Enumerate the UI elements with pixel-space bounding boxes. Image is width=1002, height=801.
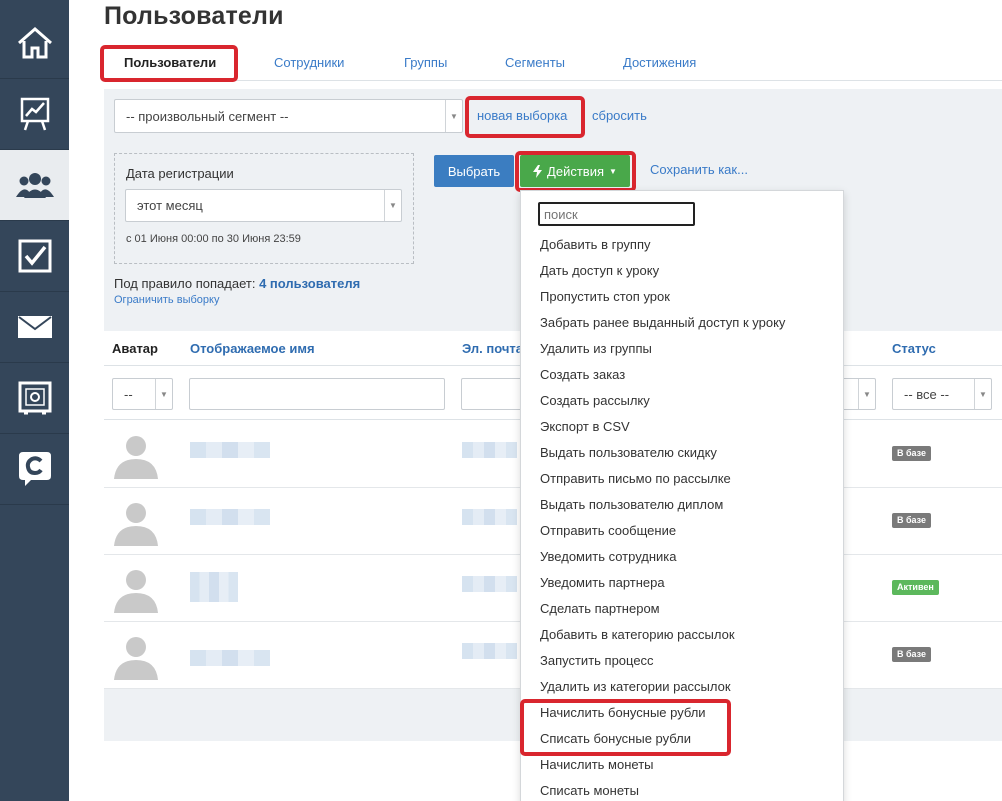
menu-item-give-diploma[interactable]: Выдать пользователю диплом [540,497,723,512]
email-cell [462,643,517,659]
sidebar [0,0,69,801]
sidebar-item-users[interactable] [0,150,69,221]
rule-match-count[interactable]: 4 пользователя [259,276,360,291]
actions-button[interactable]: Действия ▼ [520,155,630,187]
menu-item-notify-partner[interactable]: Уведомить партнера [540,575,665,590]
rule-match-prefix: Под правило попадает: [114,276,256,291]
status-badge: Активен [892,580,939,595]
menu-item-accrue-bonus-rubles[interactable]: Начислить бонусные рубли [540,705,706,720]
checkbox-icon [18,239,51,273]
tab-segments[interactable]: Сегменты [505,45,565,81]
page-title: Пользователи [104,2,284,30]
menu-item-start-process[interactable]: Запустить процесс [540,653,654,668]
date-range-text: с 01 Июня 00:00 по 30 Июня 23:59 [126,233,301,245]
status-filter-value: -- все -- [904,386,950,402]
tab-bar: Пользователи Сотрудники Группы Сегменты … [104,45,1002,81]
avatar-filter-value: -- [124,386,133,402]
actions-menu: Добавить в группу Дать доступ к уроку Пр… [520,190,844,801]
actions-button-label: Действия [547,163,605,179]
tab-employees[interactable]: Сотрудники [274,45,344,81]
date-filter: Дата регистрации этот месяц ▼ с 01 Июня … [114,153,414,264]
tab-achievements[interactable]: Достижения [623,45,696,81]
name-cell[interactable] [190,650,270,666]
status-badge: В базе [892,513,932,528]
chevron-down-icon: ▼ [445,100,462,132]
status-badge: В базе [892,647,932,662]
email-filter-input[interactable] [461,378,523,410]
menu-item-deduct-bonus-rubles[interactable]: Списать бонусные рубли [540,731,691,746]
menu-item-send-message[interactable]: Отправить сообщение [540,523,676,538]
email-cell [462,442,517,458]
caret-down-icon: ▼ [609,166,617,176]
chevron-down-icon: ▼ [384,190,401,221]
mail-icon [17,316,52,338]
tab-users[interactable]: Пользователи [124,45,216,81]
chevron-down-icon: ▼ [155,379,172,409]
lightning-icon [533,164,543,178]
actions-search-input[interactable] [538,202,695,226]
menu-item-create-order[interactable]: Создать заказ [540,367,625,382]
menu-item-add-to-group[interactable]: Добавить в группу [540,237,651,252]
name-filter-input[interactable] [189,378,445,410]
email-cell [462,509,517,525]
menu-item-add-mailing-category[interactable]: Добавить в категорию рассылок [540,627,735,642]
chevron-down-icon: ▼ [974,379,991,409]
segment-select[interactable]: -- произвольный сегмент -- ▼ [114,99,463,133]
chart-icon [20,97,49,131]
chevron-down-icon: ▼ [858,379,875,409]
name-cell[interactable] [190,509,270,525]
column-header-avatar: Аватар [112,341,158,356]
reset-link[interactable]: сбросить [592,108,647,123]
date-period-value: этот месяц [137,198,203,213]
menu-item-revoke-lesson-access[interactable]: Забрать ранее выданный доступ к уроку [540,315,785,330]
users-icon [15,173,54,198]
sidebar-item-tasks[interactable] [0,221,69,292]
sidebar-item-reports[interactable] [0,79,69,150]
avatar-filter-select[interactable]: -- ▼ [112,378,173,410]
menu-item-skip-stop-lesson[interactable]: Пропустить стоп урок [540,289,670,304]
limit-selection-link[interactable]: Ограничить выборку [114,294,219,306]
sidebar-item-mail[interactable] [0,292,69,363]
sidebar-item-chat[interactable] [0,434,69,505]
menu-item-make-partner[interactable]: Сделать партнером [540,601,660,616]
home-icon [17,27,52,59]
sidebar-item-home[interactable] [0,8,69,79]
avatar [114,570,158,613]
column-header-status[interactable]: Статус [892,341,936,356]
menu-item-send-mailing-letter[interactable]: Отправить письмо по рассылке [540,471,731,486]
select-button[interactable]: Выбрать [434,155,514,187]
sidebar-item-safe[interactable] [0,363,69,434]
date-filter-label: Дата регистрации [126,166,234,181]
menu-item-notify-employee[interactable]: Уведомить сотрудника [540,549,677,564]
avatar [114,503,158,546]
safe-icon [18,381,51,415]
avatar [114,637,158,680]
menu-item-remove-from-group[interactable]: Удалить из группы [540,341,652,356]
name-cell[interactable] [190,442,270,458]
save-as-link[interactable]: Сохранить как... [650,162,748,177]
new-selection-link[interactable]: новая выборка [477,108,567,123]
menu-item-remove-mailing-category[interactable]: Удалить из категории рассылок [540,679,731,694]
menu-item-export-csv[interactable]: Экспорт в CSV [540,419,630,434]
rule-match-text: Под правило попадает: 4 пользователя [114,276,360,291]
email-cell [462,576,517,592]
date-period-select[interactable]: этот месяц ▼ [125,189,402,222]
menu-item-grant-lesson-access[interactable]: Дать доступ к уроку [540,263,659,278]
menu-item-give-discount[interactable]: Выдать пользователю скидку [540,445,717,460]
column-header-name[interactable]: Отображаемое имя [190,341,315,356]
menu-item-create-mailing[interactable]: Создать рассылку [540,393,650,408]
tab-groups[interactable]: Группы [404,45,447,81]
segment-select-value: -- произвольный сегмент -- [126,108,289,124]
menu-item-accrue-coins[interactable]: Начислить монеты [540,757,654,772]
name-cell[interactable] [190,572,238,602]
column-header-email[interactable]: Эл. почта [462,341,523,356]
status-badge: В базе [892,446,932,461]
status-filter-select[interactable]: -- все -- ▼ [892,378,992,410]
menu-item-deduct-coins[interactable]: Списать монеты [540,783,639,798]
chat-c-icon [18,452,51,486]
avatar [114,436,158,479]
